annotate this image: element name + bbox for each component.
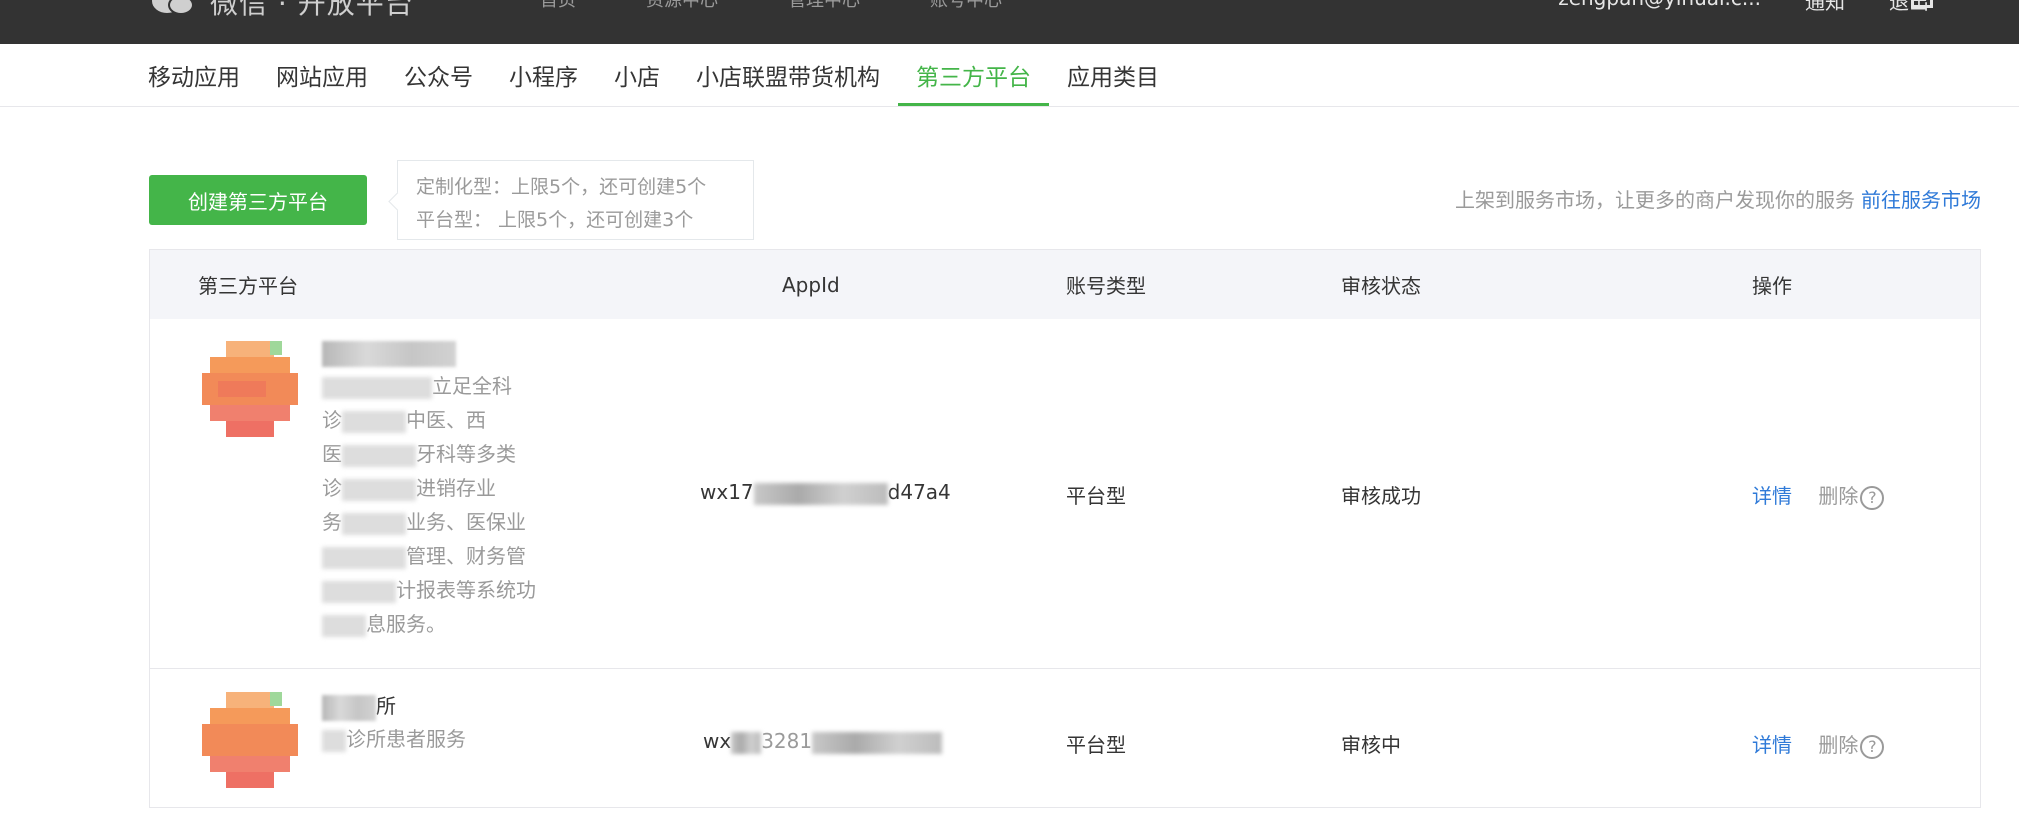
tab-official-account[interactable]: 公众号 xyxy=(386,44,491,106)
top-nav-management[interactable]: 管理中心 xyxy=(788,0,860,12)
desc-line: 务业务、医保业 xyxy=(322,510,526,535)
tab-app-categories[interactable]: 应用类目 xyxy=(1049,44,1177,106)
delete-link[interactable]: 删除 xyxy=(1818,733,1858,757)
tab-third-party-platform[interactable]: 第三方平台 xyxy=(898,44,1049,106)
desc-line: 医牙科等多类 xyxy=(322,442,516,467)
header-account-type: 账号类型 xyxy=(1066,274,1146,298)
top-nav-home[interactable]: 首页 xyxy=(540,0,576,12)
help-icon[interactable]: ? xyxy=(1860,734,1885,759)
notify-link[interactable]: 通知 xyxy=(1805,0,1845,15)
tab-shop[interactable]: 小店 xyxy=(596,44,678,106)
review-status-cell: 审核中 xyxy=(1341,733,1401,757)
header-actions: 操作 xyxy=(1752,274,1792,298)
service-market-link[interactable]: 前往服务市场 xyxy=(1861,188,1981,212)
table-row: 所 诊所患者服务 wx 3281 平台型 审核中 详情 删除? xyxy=(150,670,1980,808)
header-platform: 第三方平台 xyxy=(198,274,298,298)
tab-website-app[interactable]: 网站应用 xyxy=(258,44,386,106)
detail-link[interactable]: 详情 xyxy=(1752,484,1792,508)
create-third-party-platform-button[interactable]: 创建第三方平台 xyxy=(149,175,367,225)
desc-line: 管理、财务管 xyxy=(322,539,552,573)
delete-link[interactable]: 删除 xyxy=(1818,484,1858,508)
desc-line: 诊进销存业 xyxy=(322,476,496,501)
platform-name-redacted xyxy=(322,341,456,367)
top-nav-account[interactable]: 账号中心 xyxy=(930,0,1002,12)
tabs-divider xyxy=(0,106,2019,107)
header-review-status: 审核状态 xyxy=(1341,274,1421,298)
top-nav-resources[interactable]: 资源中心 xyxy=(646,0,718,12)
appid-cell: wx17 d47a4 xyxy=(700,480,951,505)
service-market-hint: 上架到服务市场，让更多的商户发现你的服务 前往服务市场 xyxy=(1455,184,1981,213)
top-navbar: 微信 · 开放平台 首页 资源中心 管理中心 账号中心 zengpan@yihu… xyxy=(0,0,2019,44)
top-user-area: zengpan@yihuai.c... 通知 退出 xyxy=(1558,0,1929,15)
service-market-text: 上架到服务市场，让更多的商户发现你的服务 xyxy=(1455,188,1855,212)
desc-line: 诊中医、西 xyxy=(322,408,486,433)
actions-cell: 详情 删除? xyxy=(1752,729,1885,759)
desc-line: 息服务。 xyxy=(322,607,552,641)
help-icon[interactable]: ? xyxy=(1860,485,1885,510)
table-row: 立足全科 诊中医、西 医牙科等多类 诊进销存业 务业务、医保业 管理、财务管 计… xyxy=(150,319,1980,669)
top-nav: 首页 资源中心 管理中心 账号中心 xyxy=(540,0,1072,12)
account-type-cell: 平台型 xyxy=(1066,484,1126,508)
desc-line: 立足全科 xyxy=(322,369,552,403)
quota-custom-line: 定制化型：上限5个，还可创建5个 xyxy=(416,176,707,198)
quota-tooltip: 定制化型：上限5个，还可创建5个 平台型： 上限5个，还可创建3个 xyxy=(397,160,754,240)
tab-mini-program[interactable]: 小程序 xyxy=(491,44,596,106)
logo-text: 微信 · 开放平台 xyxy=(210,0,414,20)
qrcode-icon[interactable] xyxy=(1911,0,1933,8)
platform-avatar xyxy=(202,692,298,788)
category-tabs: 移动应用 网站应用 公众号 小程序 小店 小店联盟带货机构 第三方平台 应用类目 xyxy=(148,44,1177,106)
detail-link[interactable]: 详情 xyxy=(1752,733,1792,757)
tab-shop-alliance[interactable]: 小店联盟带货机构 xyxy=(678,44,898,106)
account-type-cell: 平台型 xyxy=(1066,733,1126,757)
platform-description: 诊所患者服务 xyxy=(322,722,466,756)
platform-avatar xyxy=(202,341,298,437)
wechat-logo-icon xyxy=(150,0,202,19)
user-email[interactable]: zengpan@yihuai.c... xyxy=(1558,0,1761,15)
header-appid: AppId xyxy=(782,272,840,297)
desc-line: 计报表等系统功 xyxy=(322,573,552,607)
appid-cell: wx 3281 xyxy=(703,729,943,754)
review-status-cell: 审核成功 xyxy=(1341,484,1421,508)
table-header: 第三方平台 AppId 账号类型 审核状态 操作 xyxy=(150,250,1980,319)
platform-table: 第三方平台 AppId 账号类型 审核状态 操作 立足全科 诊中医、西 医牙科等… xyxy=(149,249,1981,808)
platform-description: 立足全科 诊中医、西 医牙科等多类 诊进销存业 务业务、医保业 管理、财务管 计… xyxy=(322,369,552,641)
quota-platform-line: 平台型： 上限5个，还可创建3个 xyxy=(416,209,694,231)
tab-mobile-app[interactable]: 移动应用 xyxy=(148,44,258,106)
logo[interactable]: 微信 · 开放平台 xyxy=(150,0,414,22)
actions-cell: 详情 删除? xyxy=(1752,480,1885,510)
platform-name-cell: 所 xyxy=(322,690,396,721)
